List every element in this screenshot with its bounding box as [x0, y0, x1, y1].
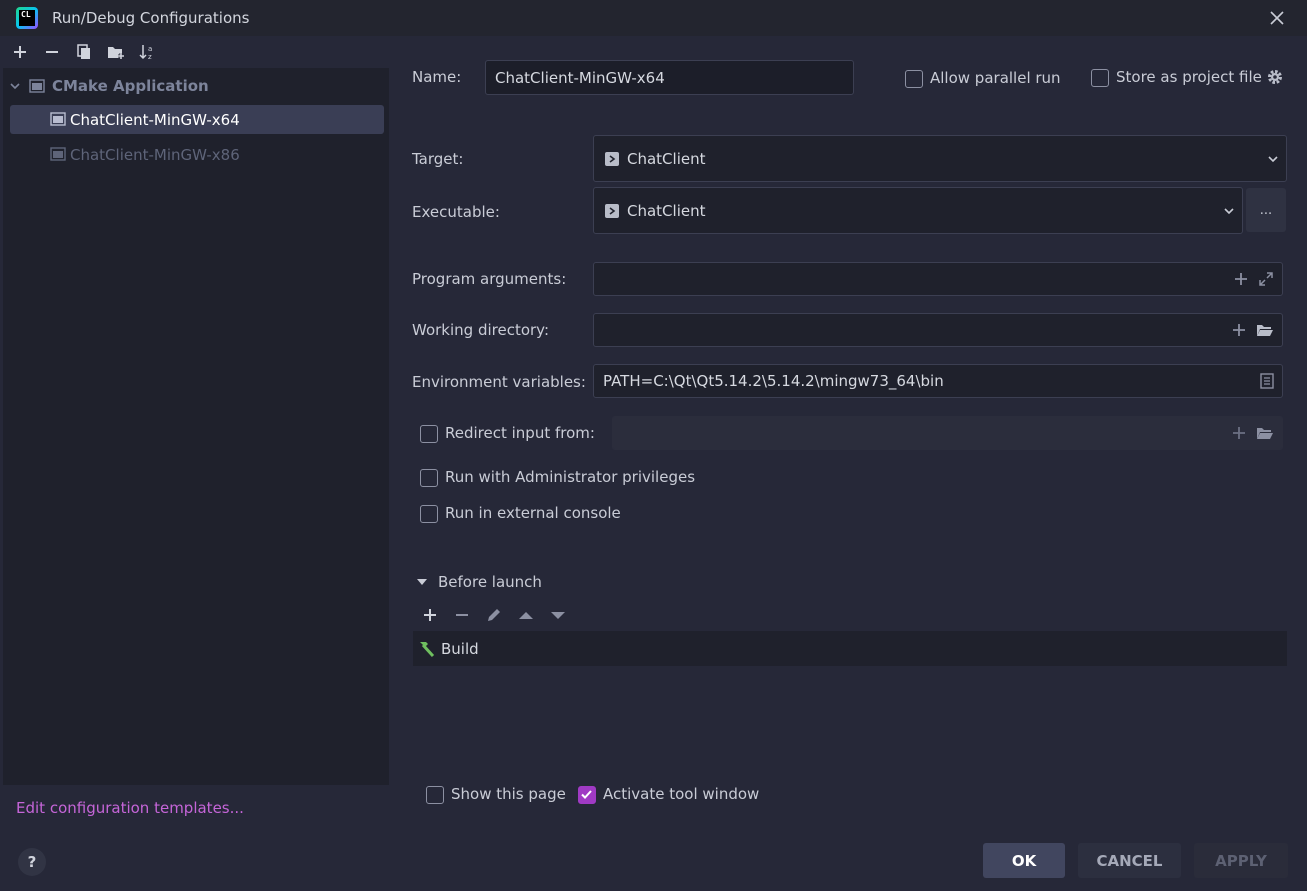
name-input[interactable]: ChatClient-MinGW-x64: [485, 60, 854, 95]
store-as-file-checkbox[interactable]: [1091, 69, 1109, 87]
svg-text:a: a: [148, 45, 152, 53]
expand-icon[interactable]: [1258, 271, 1274, 287]
admin-privileges-checkbox[interactable]: [420, 469, 438, 487]
tree-group-label: CMake Application: [52, 77, 209, 95]
target-value: ChatClient: [627, 149, 706, 168]
allow-parallel-label: Allow parallel run: [930, 69, 1061, 87]
external-console-label: Run in external console: [445, 504, 621, 522]
working-dir-label: Working directory:: [412, 321, 550, 339]
admin-privileges-label: Run with Administrator privileges: [445, 468, 696, 486]
allow-parallel-checkbox[interactable]: [905, 70, 923, 88]
config-icon: [50, 147, 66, 161]
ok-button[interactable]: OK: [983, 843, 1065, 878]
insert-macro-icon: [1233, 427, 1245, 439]
browse-executable-button[interactable]: ...: [1246, 188, 1286, 232]
executable-icon: [605, 151, 619, 166]
env-vars-input[interactable]: PATH=C:\Qt\Qt5.14.2\5.14.2\mingw73_64\bi…: [593, 364, 1283, 398]
svg-text:z: z: [148, 53, 152, 60]
redirect-input-label: Redirect input from:: [445, 424, 595, 442]
chevron-down-icon: [1268, 155, 1278, 162]
target-select[interactable]: ChatClient: [593, 135, 1287, 182]
store-as-file-label: Store as project file: [1116, 68, 1262, 86]
show-page-label: Show this page: [451, 785, 566, 803]
show-page-checkbox[interactable]: [426, 786, 444, 804]
triangle-down-icon: [417, 579, 427, 585]
config-icon: [50, 112, 66, 126]
program-args-label: Program arguments:: [412, 270, 567, 288]
insert-macro-icon[interactable]: [1234, 272, 1248, 286]
remove-icon[interactable]: [452, 605, 472, 625]
clion-logo-icon: CL: [16, 7, 38, 29]
executable-label: Executable:: [412, 203, 500, 221]
new-folder-icon[interactable]: [106, 42, 126, 62]
chevron-down-icon[interactable]: [9, 80, 21, 92]
cancel-button[interactable]: CANCEL: [1078, 843, 1181, 878]
edit-templates-link[interactable]: Edit configuration templates...: [16, 799, 244, 817]
external-console-checkbox[interactable]: [420, 505, 438, 523]
env-vars-value: PATH=C:\Qt\Qt5.14.2\5.14.2\mingw73_64\bi…: [603, 372, 944, 390]
move-up-icon[interactable]: [516, 605, 536, 625]
tree-item-label: ChatClient-MinGW-x64: [70, 110, 240, 129]
name-label: Name:: [412, 68, 462, 86]
cmake-app-icon: [29, 79, 45, 93]
list-item[interactable]: Build: [417, 640, 479, 658]
executable-value: ChatClient: [627, 201, 706, 220]
name-value: ChatClient-MinGW-x64: [495, 68, 665, 87]
gear-icon[interactable]: [1266, 68, 1284, 86]
sort-icon[interactable]: az: [138, 42, 158, 62]
edit-pencil-icon[interactable]: [484, 605, 504, 625]
activate-tool-checkbox[interactable]: [578, 786, 596, 804]
hammer-icon: [420, 641, 435, 657]
redirect-input-field: [612, 416, 1283, 450]
redirect-input-checkbox[interactable]: [420, 425, 438, 443]
folder-icon: [1257, 428, 1273, 439]
edit-list-icon[interactable]: [1260, 373, 1274, 389]
tree-group-cmake[interactable]: CMake Application: [9, 74, 209, 98]
help-button[interactable]: ?: [18, 848, 46, 876]
logo-text: CL: [19, 10, 35, 26]
config-tree-panel: CMake Application ChatClient-MinGW-x64 C…: [3, 68, 389, 785]
check-icon: [581, 790, 592, 799]
config-toolbar: az: [0, 36, 389, 68]
build-label: Build: [441, 639, 479, 658]
before-launch-toolbar: [420, 605, 568, 625]
before-launch-label: Before launch: [438, 573, 542, 591]
apply-button[interactable]: APPLY: [1194, 843, 1288, 878]
executable-icon: [605, 203, 619, 218]
chevron-down-icon: [1224, 207, 1234, 214]
tree-item-label: ChatClient-MinGW-x86: [70, 145, 240, 164]
working-dir-input[interactable]: [593, 313, 1283, 347]
tree-item-x64[interactable]: ChatClient-MinGW-x64: [10, 105, 384, 134]
program-args-input[interactable]: [593, 262, 1283, 296]
window-title: Run/Debug Configurations: [52, 9, 250, 27]
before-launch-toggle[interactable]: Before launch: [416, 573, 542, 591]
activate-tool-label: Activate tool window: [603, 785, 760, 803]
title-bar: CL Run/Debug Configurations: [0, 0, 1307, 36]
insert-macro-icon[interactable]: [1232, 323, 1246, 337]
remove-icon[interactable]: [42, 42, 62, 62]
tree-item-x86[interactable]: ChatClient-MinGW-x86: [10, 140, 384, 169]
executable-select[interactable]: ChatClient: [593, 187, 1243, 234]
folder-icon[interactable]: [1256, 323, 1274, 337]
add-icon[interactable]: [10, 42, 30, 62]
before-launch-list: Build: [413, 631, 1287, 666]
close-icon[interactable]: [1267, 8, 1287, 28]
copy-icon[interactable]: [74, 42, 94, 62]
move-down-icon[interactable]: [548, 605, 568, 625]
target-label: Target:: [412, 150, 464, 168]
add-icon[interactable]: [420, 605, 440, 625]
env-vars-label: Environment variables:: [412, 373, 586, 391]
